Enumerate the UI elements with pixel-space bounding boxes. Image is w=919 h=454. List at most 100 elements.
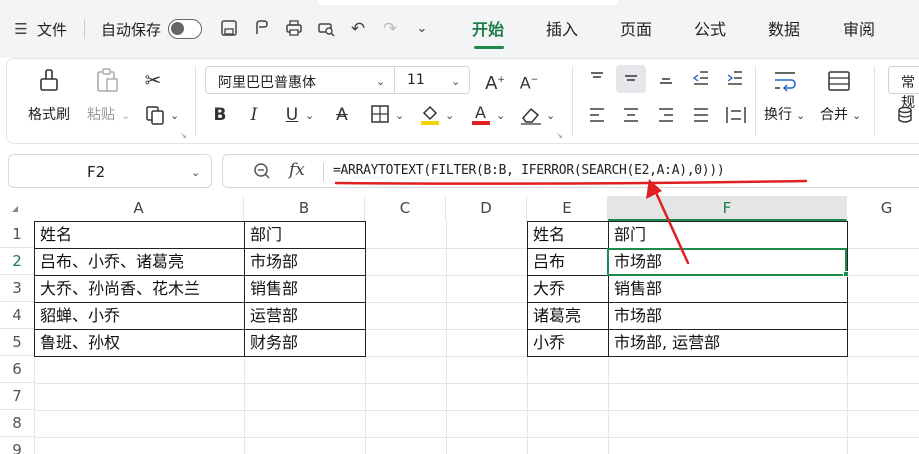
- row-header-5[interactable]: 5: [0, 329, 34, 356]
- cell-f3[interactable]: 销售部: [609, 275, 847, 302]
- chevron-down-icon[interactable]: ⌄: [496, 110, 505, 122]
- wrap-text-icon[interactable]: [772, 68, 798, 94]
- column-header-g[interactable]: G: [847, 196, 919, 221]
- menu-icon[interactable]: ☰: [10, 18, 32, 40]
- cell-f4[interactable]: 市场部: [609, 302, 847, 329]
- row-header-9[interactable]: 9: [0, 437, 34, 454]
- active-cell-selection[interactable]: [607, 248, 847, 276]
- strikethrough-icon[interactable]: A: [332, 104, 352, 126]
- column-header-c[interactable]: C: [365, 196, 446, 221]
- column-header-f[interactable]: F: [608, 196, 847, 221]
- tab-review[interactable]: 审阅: [843, 20, 875, 40]
- underline-icon[interactable]: U: [282, 104, 302, 126]
- distributed-align-icon[interactable]: [725, 105, 747, 125]
- cell-a3[interactable]: 大乔、孙尚香、花木兰: [35, 275, 244, 302]
- row-header-3[interactable]: 3: [0, 275, 34, 302]
- cell-f5[interactable]: 市场部, 运营部: [609, 329, 847, 356]
- bold-icon[interactable]: B: [210, 104, 230, 126]
- row-header-1[interactable]: 1: [0, 221, 34, 248]
- paste-label[interactable]: 粘贴: [87, 107, 115, 123]
- print-icon[interactable]: [283, 18, 305, 40]
- format-painter-icon[interactable]: [34, 66, 64, 96]
- copy-icon[interactable]: [143, 104, 167, 128]
- align-right-icon[interactable]: [656, 105, 676, 125]
- align-bottom-icon[interactable]: [656, 68, 676, 88]
- wrap-text-label[interactable]: 换行: [764, 107, 792, 123]
- cell-e4[interactable]: 诸葛亮: [528, 302, 608, 329]
- number-format-select[interactable]: 常规: [888, 66, 919, 111]
- merge-cells-label[interactable]: 合并: [820, 107, 848, 123]
- increase-font-size-icon[interactable]: A+: [484, 68, 506, 94]
- tab-formulas[interactable]: 公式: [694, 20, 726, 40]
- insert-function-icon[interactable]: fx: [289, 160, 305, 180]
- chevron-down-icon[interactable]: ⌄: [170, 110, 179, 122]
- print-preview-icon[interactable]: [315, 18, 337, 40]
- cell-a5[interactable]: 鲁班、孙权: [35, 329, 244, 356]
- formula-bar[interactable]: fx =ARRAYTOTEXT(FILTER(B:B, IFERROR(SEAR…: [222, 154, 919, 188]
- name-box[interactable]: F2 ⌄: [8, 154, 212, 188]
- dialog-launcher-icon[interactable]: ↘: [556, 131, 563, 140]
- autosave-toggle[interactable]: [168, 19, 202, 39]
- select-all-icon[interactable]: [12, 206, 18, 212]
- cell-style-icon[interactable]: [895, 105, 915, 125]
- cell-b4[interactable]: 运营部: [245, 302, 365, 329]
- share-icon[interactable]: [250, 18, 272, 40]
- chevron-down-icon[interactable]: ⌄: [376, 76, 385, 88]
- chevron-down-icon[interactable]: ⌄: [411, 18, 433, 40]
- italic-icon[interactable]: I: [244, 104, 264, 126]
- cell-b5[interactable]: 财务部: [245, 329, 365, 356]
- cell-b3[interactable]: 销售部: [245, 275, 365, 302]
- cell-b1[interactable]: 部门: [245, 221, 365, 248]
- undo-icon[interactable]: ↶: [347, 18, 369, 40]
- row-header-6[interactable]: 6: [0, 356, 34, 383]
- fill-color-icon[interactable]: [419, 102, 441, 126]
- chevron-down-icon[interactable]: ⌄: [191, 167, 200, 179]
- row-header-8[interactable]: 8: [0, 410, 34, 437]
- row-header-4[interactable]: 4: [0, 302, 34, 329]
- redo-icon[interactable]: ↷: [379, 18, 401, 40]
- cell-e2[interactable]: 吕布: [528, 248, 608, 275]
- align-left-icon[interactable]: [587, 105, 607, 125]
- tab-home[interactable]: 开始: [472, 20, 504, 40]
- font-name-select[interactable]: 阿里巴巴普惠体 ⌄: [205, 66, 395, 94]
- chevron-down-icon[interactable]: ⌄: [546, 110, 555, 122]
- paste-icon[interactable]: [92, 66, 122, 96]
- align-top-icon[interactable]: [587, 68, 607, 88]
- cut-icon[interactable]: ✂: [140, 67, 166, 93]
- tab-insert[interactable]: 插入: [546, 20, 578, 40]
- format-painter-label[interactable]: 格式刷: [28, 107, 70, 123]
- file-menu[interactable]: 文件: [37, 21, 67, 39]
- cell-e3[interactable]: 大乔: [528, 275, 608, 302]
- increase-indent-icon[interactable]: [725, 68, 745, 88]
- cell-a2[interactable]: 吕布、小乔、诸葛亮: [35, 248, 244, 275]
- chevron-down-icon[interactable]: ⌄: [796, 110, 805, 122]
- align-middle-icon[interactable]: [621, 68, 641, 88]
- clear-format-icon[interactable]: [519, 104, 543, 126]
- column-header-e[interactable]: E: [527, 196, 608, 221]
- chevron-down-icon[interactable]: ⌄: [395, 110, 404, 122]
- decrease-font-size-icon[interactable]: A−: [518, 68, 540, 92]
- cell-a1[interactable]: 姓名: [35, 221, 244, 248]
- justify-icon[interactable]: [691, 105, 711, 125]
- column-header-a[interactable]: A: [34, 196, 244, 221]
- row-header-7[interactable]: 7: [0, 383, 34, 410]
- fill-handle[interactable]: [843, 271, 849, 277]
- column-header-b[interactable]: B: [244, 196, 365, 221]
- chevron-down-icon[interactable]: ⌄: [305, 110, 314, 122]
- dialog-launcher-icon[interactable]: ↘: [180, 131, 187, 140]
- chevron-down-icon[interactable]: ⌄: [121, 110, 130, 122]
- chevron-down-icon[interactable]: ⌄: [445, 110, 454, 122]
- borders-icon[interactable]: [369, 104, 391, 126]
- font-color-icon[interactable]: A: [470, 102, 492, 126]
- cell-a4[interactable]: 貂蝉、小乔: [35, 302, 244, 329]
- cell-f1[interactable]: 部门: [609, 221, 847, 248]
- cell-b2[interactable]: 市场部: [245, 248, 365, 275]
- align-center-icon[interactable]: [621, 105, 641, 125]
- merge-cells-icon[interactable]: [826, 68, 852, 94]
- cell-e1[interactable]: 姓名: [528, 221, 608, 248]
- zoom-formula-icon[interactable]: [253, 162, 271, 185]
- tab-data[interactable]: 数据: [768, 20, 800, 40]
- row-header-2[interactable]: 2: [0, 248, 34, 275]
- decrease-indent-icon[interactable]: [691, 68, 711, 88]
- formula-input[interactable]: =ARRAYTOTEXT(FILTER(B:B, IFERROR(SEARCH(…: [333, 163, 725, 178]
